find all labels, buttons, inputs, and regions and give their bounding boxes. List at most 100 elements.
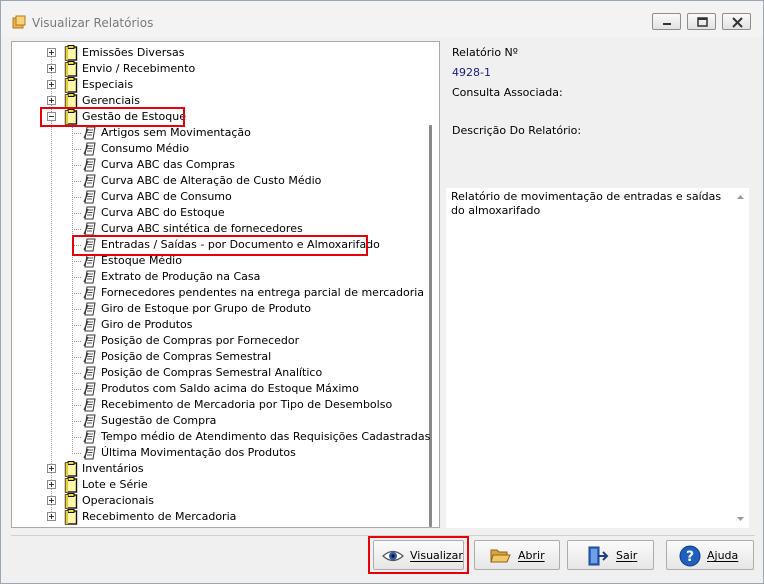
description-box[interactable]: Relatório de movimentação de entradas e … <box>446 188 749 528</box>
close-button[interactable] <box>722 13 751 30</box>
report-group-icon <box>64 493 78 509</box>
tree-group-node[interactable]: Recebimento de Mercadoria <box>47 509 407 525</box>
minimize-icon <box>663 23 671 25</box>
close-icon <box>732 17 743 28</box>
tree-scrollbar-thumb[interactable] <box>429 125 432 527</box>
tree-scrollbar[interactable] <box>423 42 439 527</box>
tree-report-node[interactable]: Posição de Compras Semestral <box>72 349 417 365</box>
tree-report-node[interactable]: Curva ABC de Alteração de Custo Médio <box>72 173 417 189</box>
expand-icon[interactable] <box>47 64 56 73</box>
tree-report-node[interactable]: Giro de Produtos <box>72 317 417 333</box>
selected-report-highlight <box>72 235 368 256</box>
tree-group-node[interactable]: Operacionais <box>47 493 407 509</box>
help-button[interactable]: ? Ajuda <box>666 540 754 570</box>
report-icon <box>83 270 96 284</box>
report-icon <box>83 334 96 348</box>
tree-report-label: Recebimento de Mercadoria por Tipo de De… <box>101 398 393 411</box>
tree-connector <box>72 165 82 166</box>
report-info-panel: Relatório Nº 4928-1 Consulta Associada: … <box>446 41 755 528</box>
tree-connector <box>72 293 82 294</box>
tree-connector <box>72 373 82 374</box>
tree-connector <box>72 277 82 278</box>
report-icon <box>83 286 96 300</box>
tree-group-label: Lote e Série <box>82 478 148 491</box>
tree-group-node[interactable]: Lote e Série <box>47 477 407 493</box>
tree-connector <box>72 389 82 390</box>
expand-icon[interactable] <box>47 80 56 89</box>
tree-report-node[interactable]: Tempo médio de Atendimento das Requisiçõ… <box>72 429 430 445</box>
report-group-icon <box>64 77 78 93</box>
description-label: Descrição Do Relatório: <box>452 124 582 137</box>
expand-icon[interactable] <box>47 464 56 473</box>
tree-connector <box>72 453 82 454</box>
tree-group-label: Envio / Recebimento <box>82 62 196 75</box>
maximize-button[interactable] <box>687 13 716 30</box>
open-button[interactable]: Abrir <box>474 540 560 570</box>
tree-group-node[interactable]: Especiais <box>47 77 407 93</box>
tree-report-node[interactable]: Sugestão de Compra <box>72 413 417 429</box>
tree-group-label: Gerenciais <box>82 94 140 107</box>
minimize-button[interactable] <box>652 13 681 30</box>
tree-report-label: Artigos sem Movimentação <box>101 126 251 139</box>
report-icon <box>83 366 96 380</box>
expand-icon[interactable] <box>47 96 56 105</box>
tree-report-label: Posição de Compras por Fornecedor <box>101 334 300 347</box>
report-number-label: Relatório Nº <box>452 46 518 59</box>
report-group-icon <box>64 509 78 525</box>
tree-report-label: Posição de Compras Semestral Analítico <box>101 366 323 379</box>
expand-icon[interactable] <box>47 512 56 521</box>
tree-group-label: Especiais <box>82 78 134 91</box>
tree-report-node[interactable]: Extrato de Produção na Casa <box>72 269 417 285</box>
report-icon <box>83 126 96 140</box>
tree-report-label: Última Movimentação dos Produtos <box>101 446 296 459</box>
tree-report-node[interactable]: Posição de Compras por Fornecedor <box>72 333 417 349</box>
tree-report-node[interactable]: Giro de Estoque por Grupo de Produto <box>72 301 417 317</box>
tree-report-node[interactable]: Curva ABC do Estoque <box>72 205 417 221</box>
expand-icon[interactable] <box>47 496 56 505</box>
tree-report-label: Sugestão de Compra <box>101 414 217 427</box>
exit-button[interactable]: Sair <box>567 540 654 570</box>
tree-connector <box>72 357 82 358</box>
tree-report-node[interactable]: Posição de Compras Semestral Analítico <box>72 365 417 381</box>
tree-group-label: Operacionais <box>82 494 155 507</box>
scroll-up-icon[interactable] <box>735 192 746 203</box>
tree-group-node[interactable]: Inventários <box>47 461 407 477</box>
expand-icon[interactable] <box>47 480 56 489</box>
scroll-down-icon[interactable] <box>735 513 746 524</box>
help-button-label: Ajuda <box>707 549 739 562</box>
tree-connector <box>72 133 82 134</box>
report-icon <box>83 206 96 220</box>
report-icon <box>83 222 96 236</box>
title-bar[interactable]: Visualizar Relatórios <box>1 1 763 37</box>
tree-report-label: Posição de Compras Semestral <box>101 350 272 363</box>
tree-report-node[interactable]: Artigos sem Movimentação <box>72 125 417 141</box>
report-icon <box>83 254 96 268</box>
report-group-icon <box>64 45 78 61</box>
tree-connector <box>72 437 82 438</box>
expand-icon[interactable] <box>47 48 56 57</box>
report-tree[interactable]: Emissões Diversas Envio / Recebimento Espe… <box>11 41 440 528</box>
tree-report-node[interactable]: Última Movimentação dos Produtos <box>72 445 417 461</box>
report-group-icon <box>64 61 78 77</box>
tree-connector <box>72 229 82 230</box>
tree-report-label: Giro de Estoque por Grupo de Produto <box>101 302 311 315</box>
tree-group-node[interactable]: Emissões Diversas <box>47 45 407 61</box>
tree-report-label: Consumo Médio <box>101 142 190 155</box>
description-scrollbar[interactable] <box>732 188 749 528</box>
tree-report-node[interactable]: Fornecedores pendentes na entrega parcia… <box>72 285 424 301</box>
tree-report-node[interactable]: Recebimento de Mercadoria por Tipo de De… <box>72 397 417 413</box>
tree-report-node[interactable]: Consumo Médio <box>72 141 417 157</box>
tree-connector <box>72 181 82 182</box>
tree-report-node[interactable]: Curva ABC das Compras <box>72 157 417 173</box>
tree-report-node[interactable]: Curva ABC de Consumo <box>72 189 417 205</box>
report-icon <box>83 430 96 444</box>
report-icon <box>83 158 96 172</box>
tree-connector <box>72 197 82 198</box>
svg-text:?: ? <box>686 549 694 565</box>
tree-group-label: Emissões Diversas <box>82 46 185 59</box>
report-icon <box>83 446 96 460</box>
report-icon <box>83 414 96 428</box>
tree-report-node[interactable]: Produtos com Saldo acima do Estoque Máxi… <box>72 381 417 397</box>
tree-group-node[interactable]: Envio / Recebimento <box>47 61 407 77</box>
report-icon <box>83 382 96 396</box>
